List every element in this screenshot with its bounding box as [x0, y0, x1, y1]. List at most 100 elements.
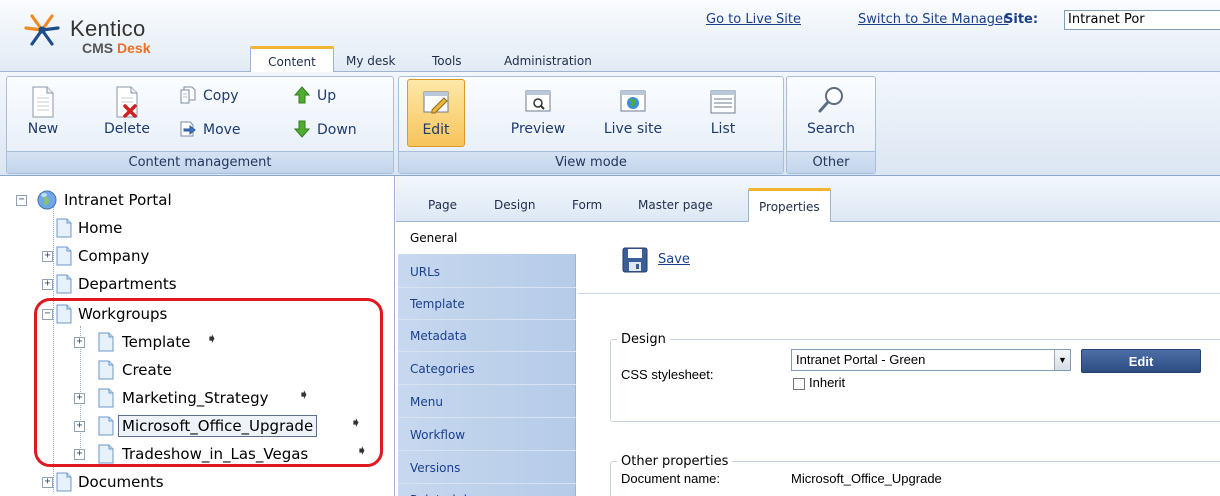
new-label: New — [27, 121, 59, 137]
document-name-label: Document name: — [621, 471, 720, 486]
arrow-up-icon — [293, 86, 311, 104]
link-arrow-icon: ➧ — [298, 387, 310, 403]
menu-versions[interactable]: Versions — [398, 452, 576, 484]
expand-icon[interactable]: + — [74, 337, 85, 348]
page-icon — [98, 360, 114, 380]
live-site-button[interactable]: Live site — [593, 85, 673, 137]
logo-product-desk: Desk — [117, 40, 151, 56]
collapse-icon[interactable]: − — [42, 309, 53, 320]
tab-design[interactable]: Design — [484, 192, 545, 218]
logo-name: Kentico — [70, 16, 146, 41]
edit-stylesheet-button[interactable]: Edit — [1081, 349, 1201, 373]
page-icon — [56, 218, 72, 238]
site-select[interactable]: Intranet Por — [1064, 10, 1220, 30]
arrow-down-icon — [293, 120, 311, 138]
site-label: Site: — [1004, 12, 1039, 27]
tree-node-label: Home — [78, 219, 123, 237]
menu-metadata[interactable]: Metadata — [398, 320, 576, 352]
expand-icon[interactable]: + — [74, 393, 85, 404]
tree-node-label: Intranet Portal — [64, 191, 172, 209]
other-group: Search Other — [786, 76, 876, 174]
down-button[interactable]: Down — [293, 119, 357, 141]
page-icon — [56, 274, 72, 294]
tab-my-desk[interactable]: My desk — [336, 50, 405, 72]
delete-button[interactable]: Delete — [97, 85, 157, 137]
kentico-logo[interactable]: Kentico CMS Desk — [18, 10, 218, 56]
menu-urls[interactable]: URLs — [398, 256, 576, 288]
link-arrow-icon: ➧ — [356, 443, 368, 459]
new-document-icon — [29, 85, 57, 119]
up-label: Up — [317, 88, 337, 104]
live-site-label: Live site — [603, 121, 663, 137]
css-stylesheet-select[interactable]: Intranet Portal - Green ▼ — [791, 349, 1071, 371]
menu-workflow[interactable]: Workflow — [398, 419, 576, 451]
copy-button[interactable]: Copy — [179, 85, 239, 107]
tab-form[interactable]: Form — [562, 192, 612, 218]
search-icon — [817, 85, 845, 119]
expand-icon[interactable]: + — [74, 421, 85, 432]
tab-properties[interactable]: Properties — [748, 188, 831, 223]
tab-master-page[interactable]: Master page — [628, 192, 723, 218]
tree-node-label: Departments — [78, 275, 177, 293]
content-tree: − Intranet Portal Home + Company + Depar… — [0, 176, 395, 496]
content-management-caption: Content management — [7, 151, 393, 173]
inherit-label: Inherit — [809, 375, 846, 390]
other-properties-fieldset: Other properties Document name: Microsof… — [610, 454, 1220, 496]
expand-icon[interactable]: + — [42, 279, 53, 290]
go-to-live-site-link[interactable]: Go to Live Site — [706, 12, 801, 27]
kentico-logo-icon — [24, 14, 60, 46]
expand-icon[interactable]: + — [42, 477, 53, 488]
page-icon — [98, 332, 114, 352]
view-mode-caption: View mode — [399, 151, 783, 173]
preview-label: Preview — [510, 121, 566, 137]
tree-node-label: Company — [78, 247, 150, 265]
logo-product: CMS Desk — [82, 40, 150, 56]
menu-categories[interactable]: Categories — [398, 353, 576, 385]
css-stylesheet-label: CSS stylesheet: — [621, 367, 714, 382]
tab-tools[interactable]: Tools — [422, 50, 472, 72]
save-bar: Save — [578, 222, 1220, 294]
expand-icon[interactable]: + — [42, 251, 53, 262]
design-legend: Design — [621, 332, 666, 347]
edit-mode-label: Edit — [422, 122, 450, 138]
tree-node-label-selected: Microsoft_Office_Upgrade — [118, 415, 318, 437]
top-links: Go to Live Site Switch to Site Manager S… — [706, 10, 1220, 36]
search-button[interactable]: Search — [797, 85, 865, 137]
document-name-value: Microsoft_Office_Upgrade — [791, 471, 942, 486]
switch-to-site-manager-link[interactable]: Switch to Site Manager — [858, 12, 1008, 27]
menu-related-docs[interactable]: Related docs — [398, 484, 576, 496]
inherit-checkbox[interactable] — [793, 378, 805, 390]
tree-node-label: Documents — [78, 473, 164, 491]
link-arrow-icon: ➧ — [350, 415, 362, 431]
page-tabs: Page Design Form Master page Properties — [396, 176, 1220, 223]
collapse-icon[interactable]: − — [16, 195, 27, 206]
save-link[interactable]: Save — [658, 252, 690, 267]
menu-template[interactable]: Template — [398, 288, 576, 320]
delete-label: Delete — [104, 121, 150, 137]
copy-label: Copy — [203, 88, 239, 104]
move-icon — [179, 120, 197, 138]
save-icon[interactable] — [622, 247, 648, 273]
copy-icon — [179, 86, 197, 104]
design-fieldset: Design CSS stylesheet: Intranet Portal -… — [610, 332, 1220, 422]
menu-general[interactable]: General — [398, 222, 577, 254]
expand-icon[interactable]: + — [74, 449, 85, 460]
list-button[interactable]: List — [695, 85, 751, 137]
edit-mode-button[interactable]: Edit — [407, 79, 465, 147]
down-label: Down — [317, 122, 357, 138]
move-button[interactable]: Move — [179, 119, 241, 141]
tab-content[interactable]: Content — [250, 46, 334, 73]
toolbar: New Delete Copy Move Up Down Content man… — [0, 72, 1220, 176]
tree-node-label: Template — [122, 333, 191, 351]
tree-node-label: Marketing_Strategy — [122, 389, 269, 407]
up-button[interactable]: Up — [293, 85, 336, 107]
tab-administration[interactable]: Administration — [494, 50, 602, 72]
menu-menu[interactable]: Menu — [398, 386, 576, 418]
delete-document-icon — [113, 85, 141, 119]
tab-page[interactable]: Page — [418, 192, 467, 218]
new-button[interactable]: New — [21, 85, 65, 137]
preview-button[interactable]: Preview — [505, 85, 571, 137]
header: Kentico CMS Desk Go to Live Site Switch … — [0, 0, 1220, 73]
chevron-down-icon[interactable]: ▼ — [1054, 350, 1070, 370]
list-icon — [709, 85, 737, 119]
